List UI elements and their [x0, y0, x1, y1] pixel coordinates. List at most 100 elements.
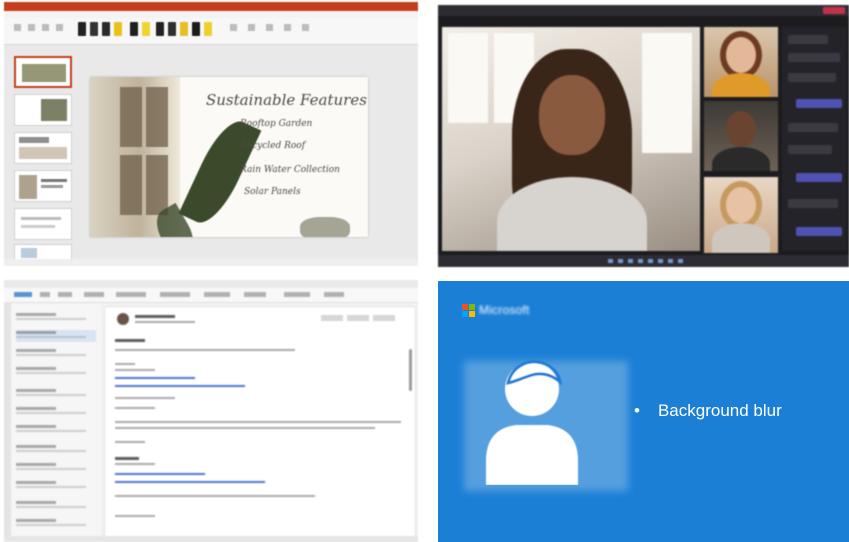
- ribbon-forward-icon[interactable]: [160, 292, 190, 297]
- chat-message[interactable]: [788, 53, 840, 62]
- list-item[interactable]: [16, 424, 96, 436]
- chat-message[interactable]: [788, 35, 828, 44]
- slide-thumbnail[interactable]: [14, 132, 72, 164]
- ribbon-highlighter-yellow[interactable]: [114, 22, 122, 36]
- slide-canvas[interactable]: Sustainable Features Rooftop Garden Recy…: [90, 77, 368, 237]
- message-list: [12, 304, 100, 540]
- ribbon-arrange-icon[interactable]: [248, 24, 255, 31]
- people-icon[interactable]: [658, 259, 663, 263]
- person-silhouette-icon: [486, 360, 578, 485]
- list-item[interactable]: [16, 462, 96, 474]
- ribbon-paste-icon[interactable]: [14, 24, 21, 31]
- email-link[interactable]: [115, 385, 245, 387]
- chat-message[interactable]: [788, 73, 836, 82]
- chat-message[interactable]: [788, 145, 832, 154]
- slide-bullet[interactable]: Recycled Roof: [240, 141, 305, 151]
- ribbon-find-icon[interactable]: [284, 24, 291, 31]
- participant-tile[interactable]: [704, 177, 778, 253]
- ribbon-move-icon[interactable]: [84, 292, 104, 297]
- ribbon-highlighter-lemon[interactable]: [142, 22, 150, 36]
- participant-tile[interactable]: [704, 27, 778, 97]
- slide-thumbnail-pane: [10, 48, 76, 262]
- email-line: [115, 463, 155, 465]
- main-video-tile[interactable]: [442, 27, 700, 251]
- ribbon-more-icon[interactable]: [324, 292, 344, 297]
- list-item[interactable]: [16, 330, 96, 342]
- ribbon-categorize-icon[interactable]: [284, 292, 310, 297]
- ribbon-flag-icon[interactable]: [204, 292, 230, 297]
- forward-button[interactable]: [373, 315, 395, 321]
- ribbon-archive-icon[interactable]: [58, 292, 72, 297]
- email-line: [115, 363, 135, 365]
- leave-call-button[interactable]: [823, 7, 845, 14]
- email-link[interactable]: [115, 473, 205, 475]
- list-item[interactable]: [16, 366, 96, 378]
- chat-message[interactable]: [796, 99, 842, 108]
- email-line: [115, 427, 375, 429]
- list-item[interactable]: [16, 518, 96, 530]
- slide-thumbnail[interactable]: [14, 56, 72, 88]
- mic-icon[interactable]: [618, 259, 623, 263]
- ribbon-delete-icon[interactable]: [40, 292, 50, 297]
- ribbon-new-slide-icon[interactable]: [28, 24, 35, 31]
- reactions-icon[interactable]: [638, 259, 643, 263]
- slide-title[interactable]: Sustainable Features: [206, 91, 367, 109]
- slide-bullet[interactable]: Rooftop Garden: [240, 119, 312, 129]
- chat-icon[interactable]: [668, 259, 673, 263]
- ribbon-pen-black[interactable]: [78, 22, 86, 36]
- ribbon-layout-icon[interactable]: [42, 24, 49, 31]
- ribbon-highlighter-gold[interactable]: [180, 22, 188, 36]
- chat-message[interactable]: [796, 227, 842, 236]
- participant-tile[interactable]: [704, 101, 778, 171]
- ribbon-highlighter-amber[interactable]: [204, 22, 212, 36]
- reply-button[interactable]: [321, 315, 343, 321]
- powerpoint-window: Sustainable Features Rooftop Garden Recy…: [4, 2, 418, 266]
- list-item[interactable]: [16, 388, 96, 400]
- slide-thumbnail[interactable]: [14, 170, 72, 202]
- ribbon-pen-charcoal[interactable]: [130, 22, 138, 36]
- chat-message[interactable]: [788, 199, 838, 208]
- more-icon[interactable]: [678, 259, 683, 263]
- email-line: [115, 515, 155, 517]
- slide-bullet[interactable]: Rain Water Collection: [240, 165, 340, 175]
- teams-meeting-window: [438, 5, 849, 267]
- ribbon-designer-icon[interactable]: [302, 24, 309, 31]
- ribbon-shapes-icon[interactable]: [230, 24, 237, 31]
- list-item[interactable]: [16, 444, 96, 456]
- ribbon-font-icon[interactable]: [56, 24, 63, 31]
- slide-thumbnail[interactable]: [14, 208, 72, 240]
- list-item[interactable]: [16, 480, 96, 492]
- new-mail-button[interactable]: [14, 292, 32, 297]
- chat-message[interactable]: [796, 173, 842, 182]
- email-line: [115, 339, 145, 342]
- ribbon-reply-icon[interactable]: [116, 292, 146, 297]
- ribbon-pen-dark[interactable]: [90, 22, 98, 36]
- slide-plant-image: [300, 217, 350, 237]
- list-item[interactable]: [16, 500, 96, 512]
- raise-hand-icon[interactable]: [648, 259, 653, 263]
- background-window: [448, 33, 488, 123]
- ribbon-styles-icon[interactable]: [266, 24, 273, 31]
- slide-bullet[interactable]: Solar Panels: [244, 187, 301, 197]
- email-link[interactable]: [115, 377, 195, 379]
- ribbon-pen-slate[interactable]: [168, 22, 176, 36]
- ribbon-pen-gray[interactable]: [102, 22, 110, 36]
- list-item[interactable]: [16, 312, 96, 324]
- share-icon[interactable]: [628, 259, 633, 263]
- ribbon-pen-ink[interactable]: [156, 22, 164, 36]
- ribbon-pen-onyx[interactable]: [192, 22, 200, 36]
- slide-thumbnail[interactable]: [14, 94, 72, 126]
- email-line: [115, 457, 139, 460]
- powerpoint-menu-bar: [4, 11, 418, 18]
- camera-icon[interactable]: [608, 259, 613, 263]
- chat-message[interactable]: [788, 123, 838, 132]
- email-link[interactable]: [115, 481, 265, 483]
- meeting-chat-pane: [782, 27, 846, 251]
- list-item[interactable]: [16, 406, 96, 418]
- ribbon-read-icon[interactable]: [244, 292, 266, 297]
- background-window: [642, 33, 692, 153]
- list-item[interactable]: [16, 348, 96, 360]
- reading-pane-scrollbar[interactable]: [409, 349, 412, 391]
- bullet-marker: •: [634, 401, 640, 420]
- reply-all-button[interactable]: [347, 315, 369, 321]
